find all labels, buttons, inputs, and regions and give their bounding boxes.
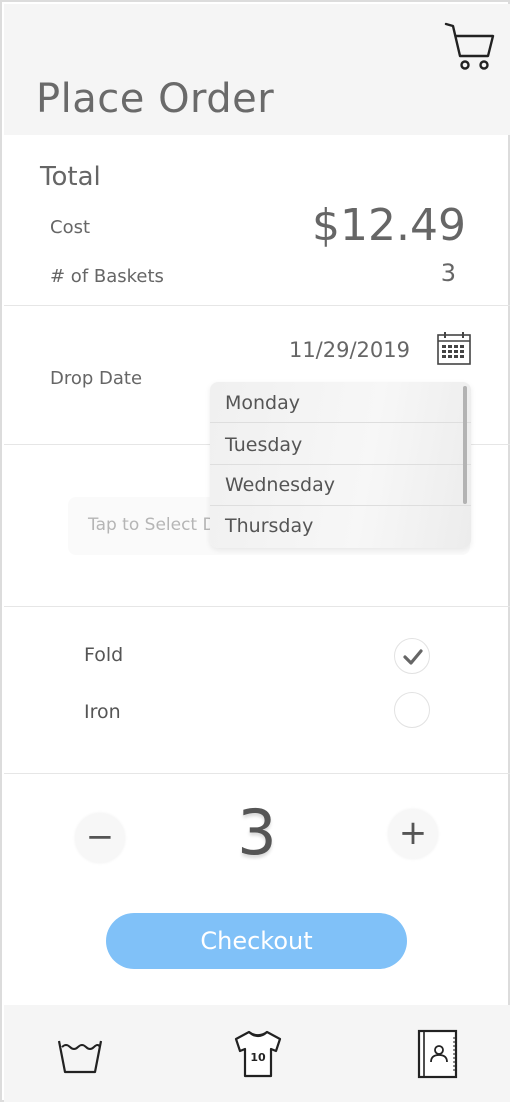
dropdown-item-wednesday[interactable]: Wednesday (210, 466, 471, 506)
quantity-value: 3 (237, 796, 277, 869)
dropdown-item-label: Thursday (225, 515, 314, 537)
iron-checkbox[interactable] (394, 692, 430, 728)
dropdown-scrollbar[interactable] (463, 386, 467, 504)
checkmark-icon (403, 649, 423, 665)
day-select-placeholder: Tap to Select D (88, 515, 216, 535)
header: Place Order (4, 4, 510, 135)
dropdown-item-thursday[interactable]: Thursday (210, 507, 471, 548)
divider (4, 305, 510, 306)
divider (4, 773, 510, 774)
page-title: Place Order (36, 76, 275, 122)
plus-icon: + (398, 813, 428, 853)
minus-icon: − (85, 817, 115, 857)
cost-label: Cost (50, 217, 91, 238)
day-dropdown[interactable]: Monday Tuesday Wednesday Thursday (210, 382, 471, 548)
jersey-icon[interactable]: 10 (232, 1029, 284, 1079)
drop-date-label: Drop Date (50, 368, 143, 389)
dropdown-item-label: Monday (225, 392, 301, 414)
checkout-button[interactable]: Checkout (106, 913, 407, 969)
checkout-label: Checkout (200, 927, 313, 955)
dropdown-item-monday[interactable]: Monday (210, 382, 471, 423)
cost-value: $12.49 (312, 200, 466, 251)
calendar-icon[interactable] (436, 330, 472, 366)
app-frame: Place Order Total Cost $12.49 # of Baske… (0, 0, 510, 1102)
bottom-nav: 10 (4, 1005, 510, 1102)
fold-label: Fold (84, 644, 124, 666)
wash-basin-icon[interactable] (56, 1035, 104, 1075)
dropdown-item-tuesday[interactable]: Tuesday (210, 424, 471, 465)
dropdown-item-label: Tuesday (225, 434, 303, 456)
drop-date-value[interactable]: 11/29/2019 (289, 338, 410, 362)
dropdown-item-label: Wednesday (225, 474, 336, 496)
iron-label: Iron (84, 701, 121, 723)
total-heading: Total (40, 162, 101, 192)
jersey-number: 10 (250, 1051, 266, 1064)
baskets-value: 3 (440, 259, 456, 287)
increase-quantity-button[interactable]: + (388, 809, 438, 859)
fold-checkbox[interactable] (394, 638, 430, 674)
divider (4, 606, 510, 607)
baskets-label: # of Baskets (50, 266, 164, 287)
contact-book-icon[interactable] (416, 1029, 460, 1079)
decrease-quantity-button[interactable]: − (75, 813, 125, 863)
shopping-cart-icon[interactable] (444, 22, 496, 74)
